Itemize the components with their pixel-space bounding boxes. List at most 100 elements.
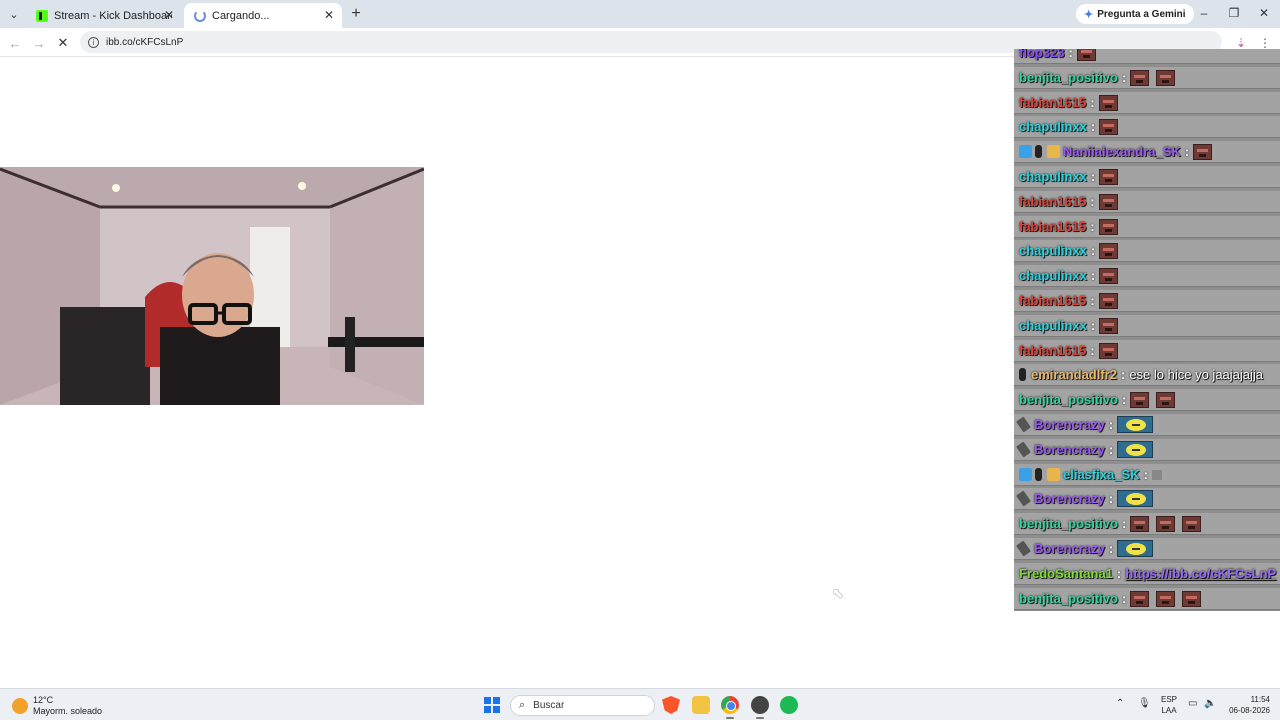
volume-icon[interactable]: 🔈 [1204, 698, 1216, 709]
chat-message: benjita_positivo: [1014, 588, 1280, 610]
tab-loading[interactable]: Cargando... ✕ [184, 3, 342, 28]
crown-badge-icon [1047, 145, 1060, 158]
chat-separator: : [1090, 119, 1096, 134]
chat-emote-icon [1130, 515, 1150, 532]
chat-username[interactable]: fabian1615 [1019, 194, 1086, 209]
chat-separator: : [1108, 491, 1114, 506]
restore-button[interactable]: ❐ [1224, 4, 1244, 22]
chat-emote-icon [1117, 441, 1154, 458]
chat-username[interactable]: benjita_positivo [1019, 516, 1118, 531]
brave-app-icon[interactable] [662, 696, 680, 714]
chat-emote-icon [1193, 143, 1213, 160]
chat-separator: : [1090, 318, 1096, 333]
chat-username[interactable]: chapulinxx [1019, 169, 1087, 184]
gemini-button[interactable]: ✦ Pregunta a Gemini [1076, 4, 1194, 24]
webcam-scene [0, 167, 424, 405]
chat-message: benjita_positivo: [1014, 67, 1280, 89]
chat-message: emirandadlfr2: ese lo hice yo jaajajajja [1014, 364, 1280, 386]
search-icon: ⌕ [519, 699, 526, 711]
chat-username[interactable]: Borencrazy [1034, 417, 1105, 432]
spotify-app-icon[interactable] [780, 696, 798, 714]
microphone-icon[interactable]: 🎙 [1138, 698, 1151, 709]
chrome-app-icon[interactable] [721, 696, 739, 714]
chat-username[interactable]: Borencrazy [1034, 541, 1105, 556]
chat-message: fabian1615: [1014, 216, 1280, 238]
chat-separator: : [1121, 591, 1127, 606]
gemini-label: Pregunta a Gemini [1097, 8, 1186, 20]
chat-link[interactable]: https://ibb.co/cKFCsLnP [1125, 566, 1276, 581]
chat-message: Borencrazy: [1014, 439, 1280, 461]
search-placeholder: Buscar [533, 700, 565, 711]
system-clock[interactable]: 11:54 06-08-2026 [1226, 694, 1270, 716]
chat-emote-icon [1098, 94, 1118, 111]
chat-username[interactable]: fabian1615 [1019, 293, 1086, 308]
forward-button[interactable]: → [30, 34, 48, 52]
tab-kick-dashboard[interactable]: Stream - Kick Dashboard ✕ [26, 3, 182, 28]
chat-username[interactable]: fabian1615 [1019, 95, 1086, 110]
chat-message: fabian1615: [1014, 92, 1280, 114]
weather-temperature[interactable]: 12°C [33, 695, 53, 705]
chat-separator: : [1068, 49, 1073, 60]
chat-emote-icon [1182, 590, 1202, 607]
site-info-icon[interactable]: i [88, 36, 99, 48]
chat-username[interactable]: Borencrazy [1034, 442, 1105, 457]
chat-emote-icon [1151, 469, 1162, 480]
chat-username[interactable]: Borencrazy [1034, 491, 1105, 506]
chat-username[interactable]: flop323 [1019, 49, 1065, 60]
clock-time: 11:54 [1250, 695, 1270, 704]
chat-username[interactable]: chapulinxx [1019, 318, 1087, 333]
start-button[interactable] [484, 697, 500, 713]
chat-text: ese lo hice yo jaajajajja [1129, 367, 1264, 382]
chat-username[interactable]: benjita_positivo [1019, 392, 1118, 407]
stop-loading-button[interactable]: ✕ [54, 34, 72, 52]
chat-separator: : [1108, 442, 1114, 457]
chat-username[interactable]: chapulinxx [1019, 119, 1087, 134]
chat-emote-icon [1099, 242, 1119, 259]
close-tab-icon[interactable]: ✕ [164, 8, 174, 22]
chat-username[interactable]: fabian1615 [1019, 219, 1086, 234]
chat-username[interactable]: eliasfixa_SK [1063, 467, 1140, 482]
taskbar-search[interactable]: ⌕ Buscar [510, 695, 655, 716]
chat-username[interactable]: benjita_positivo [1019, 591, 1118, 606]
chat-message: fabian1615: [1014, 191, 1280, 213]
weather-icon[interactable] [12, 698, 28, 714]
webcam-video [0, 167, 424, 405]
chat-username[interactable]: fabian1615 [1019, 343, 1086, 358]
chat-separator: : [1090, 343, 1095, 358]
chat-overlay: flop323: benjita_positivo: fabian1615: chap… [1014, 49, 1280, 611]
mouse-cursor: ⬉ [832, 585, 844, 601]
close-tab-icon[interactable]: ✕ [324, 8, 334, 22]
chat-separator: : [1121, 516, 1127, 531]
weather-description[interactable]: Mayorm. soleado [33, 706, 102, 716]
file-explorer-icon[interactable] [692, 696, 710, 714]
chat-message: chapulinxx: [1014, 240, 1280, 262]
chat-emote-icon [1076, 49, 1096, 61]
chat-username[interactable]: emirandadlfr2 [1031, 367, 1117, 382]
brush-badge-icon [1016, 441, 1031, 458]
obs-app-icon[interactable] [751, 696, 769, 714]
chat-username[interactable]: benjita_positivo [1019, 70, 1118, 85]
back-button[interactable]: ← [6, 34, 24, 52]
chat-message: Borencrazy: [1014, 414, 1280, 436]
chat-username[interactable]: FredoSantana1 [1019, 566, 1113, 581]
chat-username[interactable]: chapulinxx [1019, 268, 1087, 283]
language-indicator[interactable]: ESP LAA [1161, 694, 1177, 716]
language-code: ESP [1161, 695, 1178, 704]
chat-username[interactable]: Naniialexandra_SK [1063, 144, 1181, 159]
show-hidden-icons-chevron-icon[interactable]: ⌃ [1116, 698, 1124, 709]
chat-separator: : [1116, 566, 1122, 581]
chat-separator: : [1090, 268, 1096, 283]
chat-separator: : [1121, 392, 1127, 407]
chat-emote-icon [1099, 118, 1119, 135]
chat-emote-icon [1098, 292, 1118, 309]
minimize-button[interactable]: – [1194, 4, 1214, 22]
new-tab-button[interactable]: + [346, 4, 366, 24]
tab-search-menu-icon[interactable]: ⌄ [4, 4, 24, 24]
mic-badge-icon [1035, 468, 1042, 481]
tab-title: Cargando... [212, 9, 270, 22]
network-icon[interactable]: ▭ [1188, 698, 1197, 709]
chat-username[interactable]: chapulinxx [1019, 243, 1087, 258]
cube-badge-icon [1019, 468, 1032, 481]
close-window-button[interactable]: ✕ [1254, 4, 1274, 22]
chat-message: Naniialexandra_SK: [1014, 141, 1280, 163]
